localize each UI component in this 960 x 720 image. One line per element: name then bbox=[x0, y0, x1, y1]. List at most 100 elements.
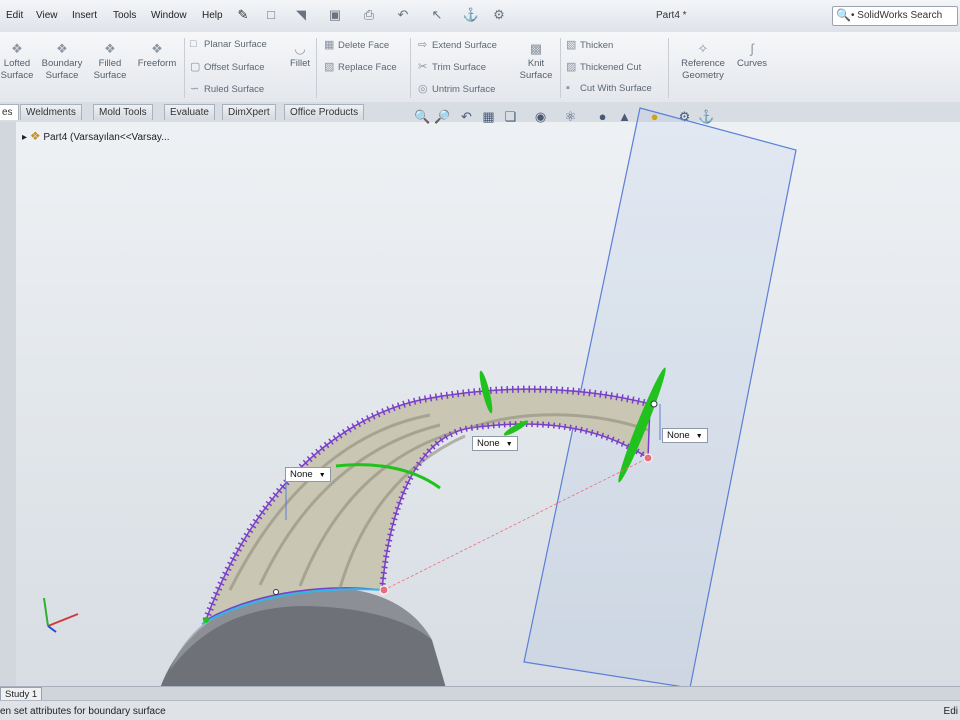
ribbon-separator bbox=[184, 38, 185, 98]
cut-with-surface-button[interactable]: ▪ Cut With Surface bbox=[566, 82, 652, 94]
offset-surface-icon: ▢ bbox=[190, 61, 201, 73]
ruled-surface-label: Ruled Surface bbox=[204, 84, 265, 95]
ribbon-separator bbox=[410, 38, 411, 98]
filled-surface-button[interactable]: ❖ Filled Surface bbox=[90, 42, 130, 82]
thicken-label: Thicken bbox=[580, 40, 614, 51]
planar-surface-label: Planar Surface bbox=[204, 39, 267, 50]
options-icon[interactable]: ⚙ bbox=[490, 7, 508, 23]
tab-mold-tools[interactable]: Mold Tools bbox=[93, 104, 153, 120]
menu-window[interactable]: Window bbox=[151, 10, 187, 21]
expand-arrow-icon[interactable]: ▸ bbox=[22, 132, 27, 143]
tab-evaluate[interactable]: Evaluate bbox=[164, 104, 215, 120]
display-style-icon[interactable]: ◉ bbox=[532, 108, 549, 125]
knit-surface-icon: ▩ bbox=[529, 41, 543, 56]
delete-face-label: Delete Face bbox=[338, 40, 390, 51]
tangency-type-value: None bbox=[290, 469, 313, 480]
cut-with-surface-label: Cut With Surface bbox=[580, 83, 652, 94]
extend-surface-icon: ⇨ bbox=[418, 39, 428, 51]
thicken-button[interactable]: ▧ Thicken bbox=[566, 38, 613, 51]
menu-edit[interactable]: Edit bbox=[6, 10, 23, 21]
planar-surface-button[interactable]: □ Planar Surface bbox=[190, 38, 267, 50]
untrim-surface-button[interactable]: ◎ Untrim Surface bbox=[418, 82, 495, 95]
delete-face-icon: ▦ bbox=[324, 39, 335, 51]
menu-view[interactable]: View bbox=[36, 10, 58, 21]
section-view-icon[interactable]: ▦ bbox=[480, 108, 497, 125]
knit-label-2: Surface bbox=[519, 70, 553, 81]
previous-view-icon[interactable]: ↶ bbox=[458, 108, 475, 125]
fillet-button[interactable]: ◡ Fillet bbox=[286, 42, 314, 70]
apply-scene-icon[interactable]: ▲ bbox=[616, 108, 633, 125]
edit-appearance-icon[interactable]: ● bbox=[594, 108, 611, 125]
tangency-type-dropdown[interactable]: None ▼ bbox=[472, 436, 518, 451]
reference-label: Reference bbox=[681, 58, 725, 69]
tab-dimxpert[interactable]: DimXpert bbox=[222, 104, 276, 120]
menu-insert[interactable]: Insert bbox=[72, 10, 97, 21]
zoom-to-area-icon[interactable]: 🔎 bbox=[434, 108, 451, 125]
zoom-to-fit-icon[interactable]: 🔍 bbox=[414, 108, 431, 125]
search-input[interactable]: 🔍 • SolidWorks Search bbox=[832, 6, 958, 26]
trim-surface-label: Trim Surface bbox=[432, 62, 487, 73]
view-settings-icon[interactable]: ⚙ bbox=[676, 108, 693, 125]
document-title: Part4 * bbox=[656, 10, 687, 21]
curves-label: Curves bbox=[736, 58, 768, 69]
tab-weldments[interactable]: Weldments bbox=[20, 104, 82, 120]
tangency-type-value: None bbox=[477, 438, 500, 449]
part-icon: ❖ bbox=[29, 129, 41, 143]
open-document-icon[interactable]: ◥ bbox=[292, 7, 310, 23]
select-icon[interactable]: ↖ bbox=[428, 7, 446, 23]
fillet-label: Fillet bbox=[289, 58, 311, 69]
reference-label-2: Geometry bbox=[682, 70, 724, 81]
boundary-surface-icon: ❖ bbox=[56, 41, 68, 56]
boundary-label-2: Surface bbox=[45, 70, 79, 81]
rebuild-icon[interactable]: ⚓ bbox=[462, 7, 480, 23]
view-orientation-icon[interactable]: ❏ bbox=[502, 108, 519, 125]
menu-help[interactable]: Help bbox=[202, 10, 223, 21]
offset-surface-label: Offset Surface bbox=[204, 62, 265, 73]
reference-geometry-button[interactable]: ✧ Reference Geometry bbox=[674, 42, 732, 82]
feature-tree-root[interactable]: ▸ ❖ Part4 (Varsayılan<<Varsay... bbox=[22, 129, 170, 143]
filled-surface-icon: ❖ bbox=[104, 41, 116, 56]
realview-icon[interactable]: ● bbox=[646, 108, 663, 125]
graphics-area[interactable] bbox=[16, 122, 960, 686]
new-document-icon[interactable]: □ bbox=[262, 7, 280, 23]
boundary-surface-button[interactable]: ❖ Boundary Surface bbox=[38, 42, 86, 82]
tangency-type-dropdown[interactable]: None ▼ bbox=[285, 467, 331, 482]
tab-features-stub[interactable]: es bbox=[0, 104, 19, 120]
ruled-surface-icon: ∽ bbox=[190, 83, 200, 95]
delete-face-button[interactable]: ▦ Delete Face bbox=[324, 38, 389, 51]
chevron-down-icon: ▼ bbox=[318, 472, 326, 479]
tab-office-products[interactable]: Office Products bbox=[284, 104, 365, 120]
status-bar: en set attributes for boundary surface E… bbox=[0, 700, 960, 720]
search-icon: 🔍 bbox=[836, 8, 851, 22]
thickened-cut-button[interactable]: ▨ Thickened Cut bbox=[566, 60, 641, 73]
status-message: en set attributes for boundary surface bbox=[0, 706, 166, 717]
extend-surface-button[interactable]: ⇨ Extend Surface bbox=[418, 38, 497, 51]
freeform-icon: ❖ bbox=[151, 41, 163, 56]
ruled-surface-button[interactable]: ∽ Ruled Surface bbox=[190, 82, 264, 95]
thickened-cut-icon: ▨ bbox=[566, 61, 577, 73]
feature-manager-collapsed-panel[interactable] bbox=[0, 122, 17, 686]
lofted-surface-button[interactable]: ❖ Lofted Surface bbox=[0, 42, 34, 82]
replace-face-button[interactable]: ▧ Replace Face bbox=[324, 60, 397, 73]
anchor-icon[interactable]: ⚓ bbox=[698, 108, 715, 125]
pin-icon[interactable]: ✎ bbox=[234, 7, 252, 23]
knit-surface-button[interactable]: ▩ Knit Surface bbox=[516, 42, 556, 82]
surfaces-ribbon: ❖ Lofted Surface ❖ Boundary Surface ❖ Fi… bbox=[0, 32, 960, 103]
ribbon-separator bbox=[560, 38, 561, 98]
lofted-label: Lofted bbox=[3, 58, 31, 69]
search-placeholder: • SolidWorks Search bbox=[851, 10, 943, 21]
thickened-cut-label: Thickened Cut bbox=[580, 62, 642, 73]
menu-tools[interactable]: Tools bbox=[113, 10, 136, 21]
freeform-button[interactable]: ❖ Freeform bbox=[134, 42, 180, 70]
trim-surface-button[interactable]: ✂ Trim Surface bbox=[418, 60, 486, 73]
search-placeholder-text: SolidWorks Search bbox=[857, 10, 943, 21]
replace-face-icon: ▧ bbox=[324, 61, 335, 73]
print-icon[interactable]: ⎙ bbox=[360, 7, 378, 23]
undo-icon[interactable]: ↶ bbox=[394, 7, 412, 23]
offset-surface-button[interactable]: ▢ Offset Surface bbox=[190, 60, 265, 73]
hide-show-items-icon[interactable]: ⚛ bbox=[562, 108, 579, 125]
replace-face-label: Replace Face bbox=[338, 62, 397, 73]
curves-button[interactable]: ∫ Curves bbox=[734, 42, 770, 70]
save-icon[interactable]: ▣ bbox=[326, 7, 344, 23]
tangency-type-dropdown[interactable]: None ▼ bbox=[662, 428, 708, 443]
